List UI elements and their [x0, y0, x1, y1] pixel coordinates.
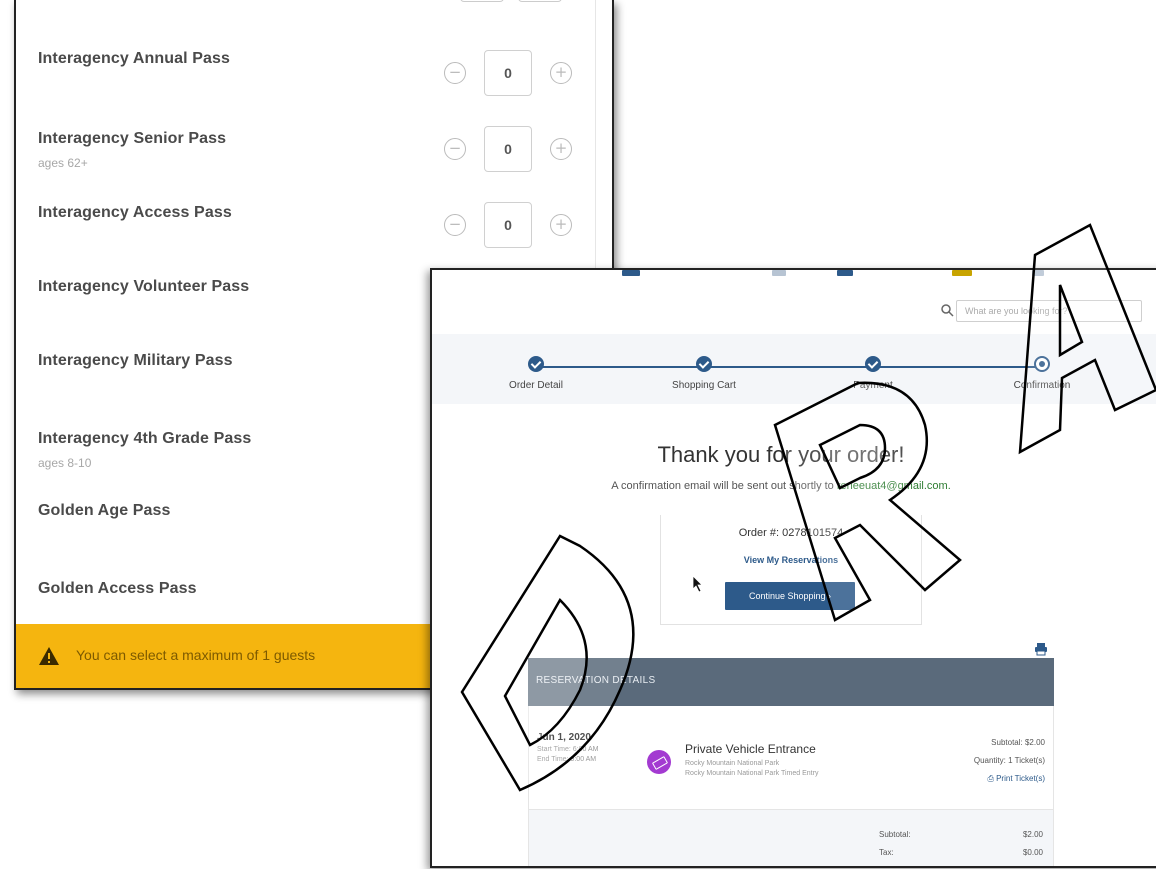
- quantity-input[interactable]: 0: [484, 126, 532, 172]
- reservation-quantity: Quantity: 1 Ticket(s): [973, 756, 1045, 765]
- print-tickets-link[interactable]: ⎙ Print Ticket(s): [987, 774, 1045, 784]
- quantity-stepper[interactable]: − 0 +: [444, 126, 572, 174]
- quantity-stepper[interactable]: − 0 +: [444, 202, 572, 250]
- step-order-detail: Order Detail: [476, 356, 596, 391]
- check-icon: [528, 356, 544, 372]
- plus-circle-icon[interactable]: +: [550, 138, 572, 160]
- pass-name: Golden Access Pass: [38, 580, 197, 597]
- warning-text: You can select a maximum of 1 guests: [76, 647, 316, 663]
- pass-name: Interagency Annual Pass: [38, 50, 230, 67]
- step-label: Confirmation: [1013, 380, 1071, 391]
- pass-name: Interagency Volunteer Pass: [38, 278, 250, 295]
- pass-name: Interagency Senior Pass: [38, 130, 227, 147]
- minus-circle-icon[interactable]: −: [444, 138, 466, 160]
- minus-circle-icon[interactable]: −: [444, 62, 466, 84]
- step-label: Payment: [853, 380, 893, 391]
- search-placeholder: What are you looking for?: [965, 306, 1068, 316]
- order-number: Order #: 0278101574: [738, 527, 844, 539]
- reservation-location: Rocky Mountain National Park: [685, 760, 780, 767]
- pass-row-senior: Interagency Senior Pass ages 62+ − 0 +: [16, 104, 612, 180]
- step-label: Order Detail: [509, 380, 563, 391]
- pass-name: Interagency 4th Grade Pass: [38, 430, 252, 447]
- view-reservations-link[interactable]: View My Reservations: [661, 555, 921, 565]
- pass-name: Golden Age Pass: [38, 502, 171, 519]
- ticket-icon: [647, 750, 671, 774]
- cursor-icon: [692, 575, 703, 593]
- order-summary-box: Order #: 0278101574 View My Reservations…: [660, 515, 922, 625]
- previous-row-stepper-stub: [460, 0, 570, 4]
- search-input[interactable]: What are you looking for?: [956, 300, 1142, 322]
- reservation-date: Jun 1, 2020: [537, 732, 591, 743]
- stepper-edge: [518, 0, 562, 2]
- pass-age-note: ages 8-10: [38, 456, 92, 470]
- progress-line: [536, 366, 1042, 368]
- tax-value: $0.00: [1022, 848, 1043, 857]
- confirmation-message: A confirmation email will be sent out sh…: [432, 480, 1130, 492]
- reservation-details-header: RESERVATION DETAILS: [528, 658, 1054, 706]
- confirmation-message-text: A confirmation email will be sent out sh…: [611, 480, 834, 492]
- continue-shopping-button[interactable]: Continue Shopping ›: [725, 582, 855, 610]
- reservation-sublocation: Rocky Mountain National Park Timed Entry: [685, 770, 819, 777]
- stepper-edge: [460, 0, 504, 2]
- plus-circle-icon[interactable]: +: [550, 62, 572, 84]
- minus-circle-icon[interactable]: −: [444, 214, 466, 236]
- confirmation-email: reneeuat4@gmail.com.: [836, 480, 951, 492]
- reservation-end-time: End Time: 9:00 AM: [537, 756, 597, 763]
- step-label: Shopping Cart: [672, 380, 736, 391]
- quantity-input[interactable]: 0: [484, 202, 532, 248]
- print-tickets-label: Print Ticket(s): [996, 774, 1045, 783]
- top-nav-edge: [432, 270, 1156, 278]
- pass-row-access: Interagency Access Pass − 0 +: [16, 180, 612, 256]
- reservation-row: Jun 1, 2020 Start Time: 6:00 AM End Time…: [528, 706, 1054, 810]
- subtotal-label: Subtotal:: [879, 830, 911, 839]
- check-icon: [865, 356, 881, 372]
- step-confirmation: Confirmation: [982, 356, 1102, 391]
- reservation-details-title: RESERVATION DETAILS: [536, 675, 656, 686]
- check-icon: [696, 356, 712, 372]
- pass-age-note: ages 62+: [38, 156, 88, 170]
- reservation-subtotal: Subtotal: $2.00: [991, 738, 1045, 747]
- printer-icon: ⎙: [987, 774, 997, 783]
- step-payment: Payment: [813, 356, 933, 391]
- step-shopping-cart: Shopping Cart: [644, 356, 764, 391]
- checkout-progress: Order Detail Shopping Cart Payment Confi…: [432, 334, 1156, 404]
- reservation-start-time: Start Time: 6:00 AM: [537, 746, 599, 753]
- plus-circle-icon[interactable]: +: [550, 214, 572, 236]
- warning-triangle-icon: [39, 647, 59, 665]
- search-icon[interactable]: [940, 303, 954, 317]
- pass-name: Interagency Military Pass: [38, 352, 233, 369]
- quantity-stepper[interactable]: − 0 +: [444, 50, 572, 98]
- order-confirmation-page: What are you looking for? Order Detail S…: [430, 268, 1156, 868]
- quantity-input[interactable]: 0: [484, 50, 532, 96]
- subtotal-value: $2.00: [1022, 830, 1043, 839]
- order-totals: Subtotal: $2.00 Tax: $0.00: [528, 810, 1054, 866]
- pass-name: Interagency Access Pass: [38, 204, 232, 221]
- reservation-title: Private Vehicle Entrance: [685, 742, 816, 756]
- pass-row-annual: Interagency Annual Pass − 0 +: [16, 28, 612, 104]
- printer-icon[interactable]: [1034, 642, 1048, 656]
- tax-label: Tax:: [879, 848, 894, 857]
- page-title: Thank you for your order!: [657, 442, 905, 467]
- current-step-icon: [1034, 356, 1050, 372]
